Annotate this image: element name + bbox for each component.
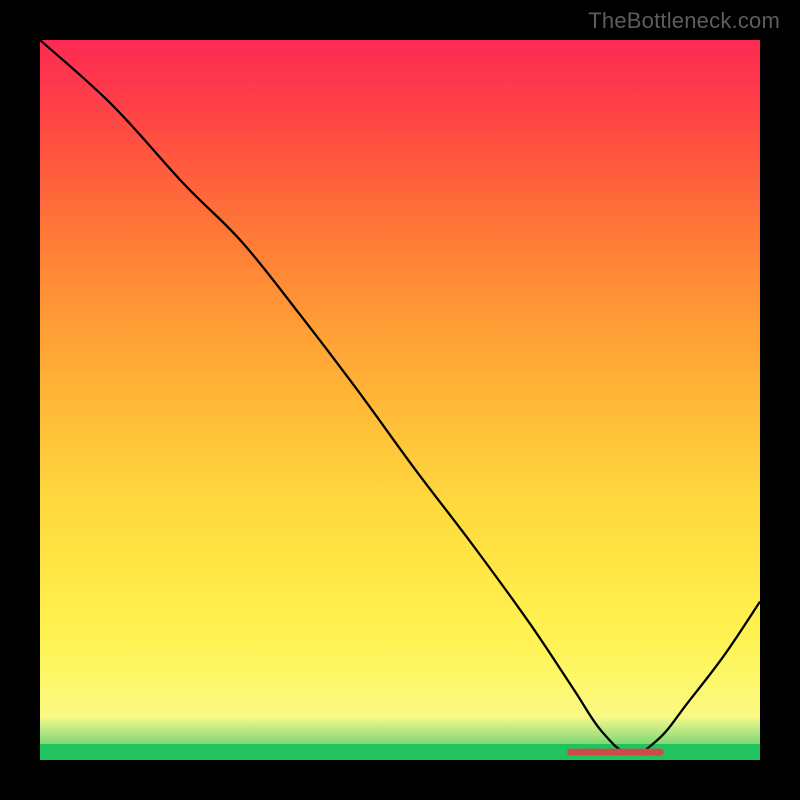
chart-svg — [40, 40, 760, 760]
watermark-text: TheBottleneck.com — [588, 8, 780, 34]
bottleneck-curve — [40, 40, 760, 754]
chart-frame: TheBottleneck.com — [0, 0, 800, 800]
plot-area — [40, 40, 760, 760]
